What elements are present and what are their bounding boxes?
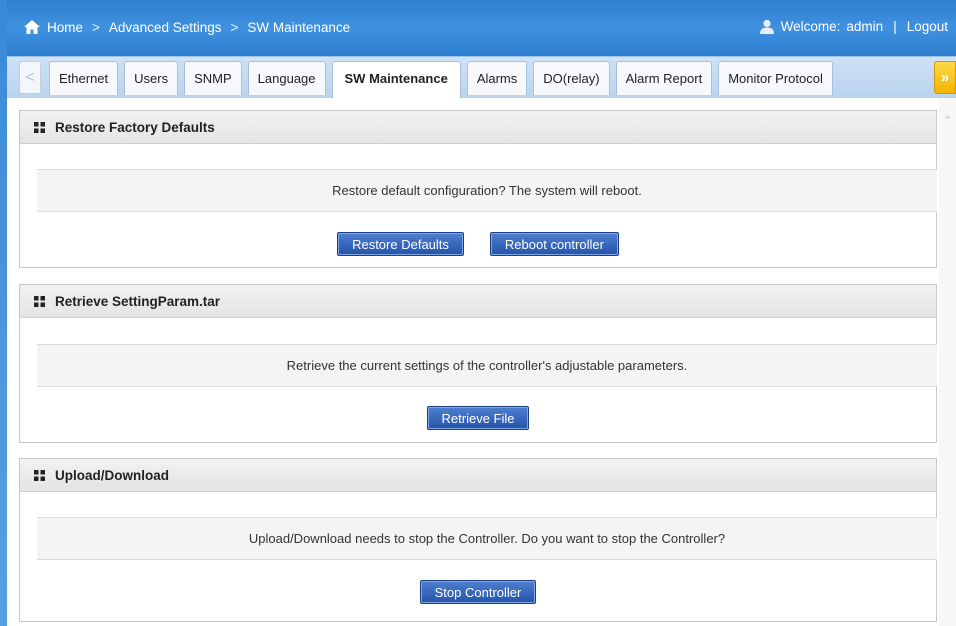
breadcrumb-separator: > xyxy=(230,19,239,35)
retrieve-file-button[interactable]: Retrieve File xyxy=(426,406,530,430)
home-icon[interactable] xyxy=(23,19,41,35)
panel-title: Retrieve SettingParam.tar xyxy=(55,293,221,309)
main-content: Restore Factory Defaults Restore default… xyxy=(7,98,939,626)
breadcrumb-sw-maintenance: SW Maintenance xyxy=(247,19,351,35)
tab-list: Ethernet Users SNMP Language SW Maintena… xyxy=(49,61,839,99)
username: admin xyxy=(846,19,884,34)
user-area: Welcome: admin | Logout xyxy=(759,19,948,34)
stop-controller-button[interactable]: Stop Controller xyxy=(419,580,537,604)
button-row: Retrieve File xyxy=(20,406,936,430)
tab-snmp[interactable]: SNMP xyxy=(184,61,242,95)
tab-do-relay[interactable]: DO(relay) xyxy=(533,61,610,95)
tab-scroll-left-button[interactable]: < xyxy=(19,61,41,94)
welcome-label: Welcome: xyxy=(780,19,841,34)
grid-icon xyxy=(34,295,45,307)
header-divider: | xyxy=(893,19,897,34)
tab-strip: < Ethernet Users SNMP Language SW Mainte… xyxy=(7,56,956,99)
breadcrumb-home[interactable]: Home xyxy=(47,20,83,35)
panel-message: Retrieve the current settings of the con… xyxy=(37,344,937,387)
panel-header: Restore Factory Defaults xyxy=(20,111,936,144)
restore-defaults-button[interactable]: Restore Defaults xyxy=(337,232,464,256)
grid-icon xyxy=(34,469,45,481)
tab-monitor-protocol[interactable]: Monitor Protocol xyxy=(718,61,833,95)
grid-icon xyxy=(34,121,45,133)
vertical-scrollbar[interactable]: ⌃ xyxy=(939,98,956,626)
tab-language[interactable]: Language xyxy=(247,61,326,95)
tab-scroll-right-button[interactable]: » xyxy=(934,61,956,94)
scroll-up-icon[interactable]: ⌃ xyxy=(943,114,952,127)
tab-sw-maintenance[interactable]: SW Maintenance xyxy=(331,61,461,99)
panel-header: Retrieve SettingParam.tar xyxy=(20,285,936,318)
panel-message: Upload/Download needs to stop the Contro… xyxy=(37,517,937,560)
button-row: Stop Controller xyxy=(20,580,936,604)
panel-message: Restore default configuration? The syste… xyxy=(37,169,937,212)
restore-defaults-panel: Restore Factory Defaults Restore default… xyxy=(19,110,937,268)
tab-users[interactable]: Users xyxy=(124,61,179,95)
tab-alarm-report[interactable]: Alarm Report xyxy=(615,61,713,95)
top-header-bar: Home > Advanced Settings > SW Maintenanc… xyxy=(7,0,956,56)
user-icon xyxy=(759,19,774,34)
button-row: Restore Defaults Reboot controller xyxy=(20,232,936,256)
panel-header: Upload/Download xyxy=(20,459,936,492)
breadcrumb: Home > Advanced Settings > SW Maintenanc… xyxy=(23,19,350,35)
panel-title: Restore Factory Defaults xyxy=(55,119,215,135)
logout-link[interactable]: Logout xyxy=(907,19,948,34)
reboot-controller-button[interactable]: Reboot controller xyxy=(489,232,619,256)
panel-title: Upload/Download xyxy=(55,467,169,483)
breadcrumb-advanced-settings[interactable]: Advanced Settings xyxy=(109,20,222,35)
retrieve-settings-panel: Retrieve SettingParam.tar Retrieve the c… xyxy=(19,284,937,443)
tab-alarms[interactable]: Alarms xyxy=(466,61,528,95)
tab-ethernet[interactable]: Ethernet xyxy=(49,61,119,95)
upload-download-panel: Upload/Download Upload/Download needs to… xyxy=(19,458,937,622)
breadcrumb-separator: > xyxy=(92,19,100,35)
left-accent-strip xyxy=(0,0,7,626)
